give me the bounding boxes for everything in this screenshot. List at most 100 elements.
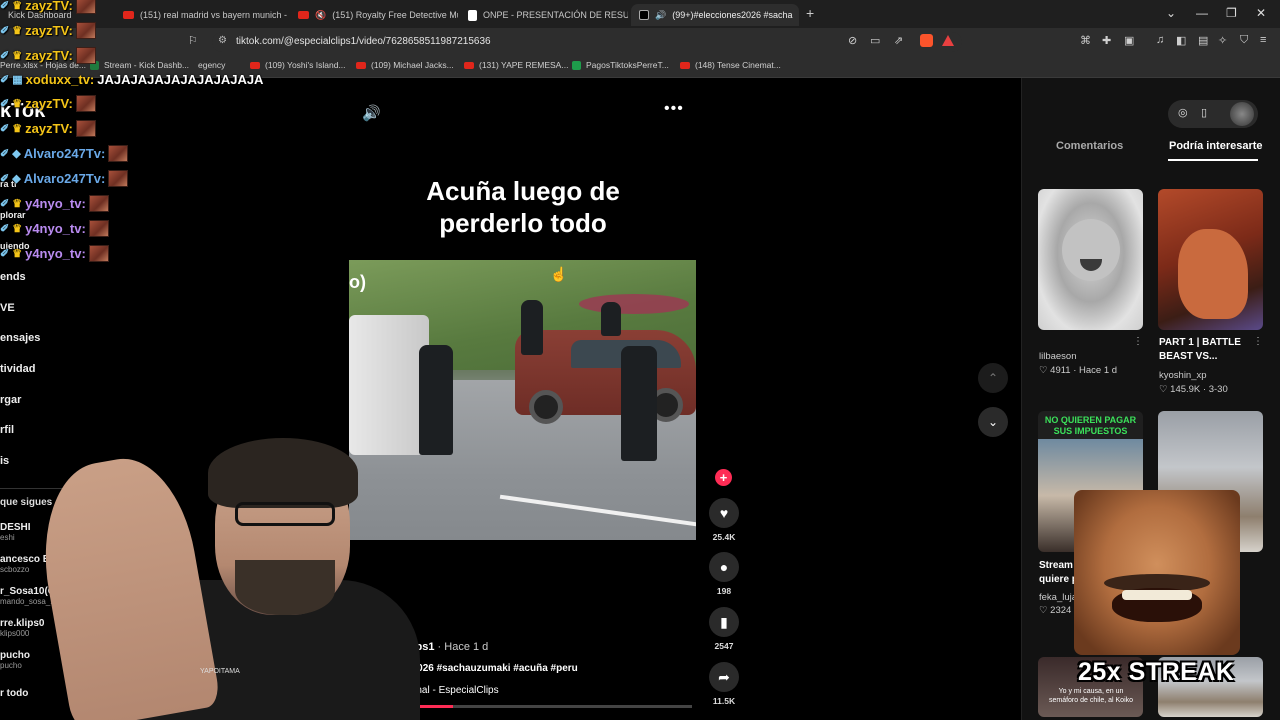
bookmark-label: PagosTiktoksPerreT...: [586, 60, 669, 70]
heart-icon: ♥: [709, 498, 739, 528]
follow-plus-icon[interactable]: +: [715, 469, 732, 486]
video-progress-bar[interactable]: [386, 705, 692, 708]
account-handle: klips000: [0, 629, 30, 638]
more-options-icon[interactable]: ⋮: [1133, 336, 1143, 347]
screen: Kick Dashboard (151) real madrid vs baye…: [0, 0, 1280, 720]
following-account[interactable]: pucho pucho: [0, 650, 30, 670]
minimize-icon[interactable]: —: [1196, 6, 1208, 20]
nav-profile[interactable]: rfil: [0, 424, 14, 436]
caption-line: quiere p: [1039, 574, 1078, 585]
avatar[interactable]: [1230, 102, 1254, 126]
comment-button[interactable]: ● 198: [703, 552, 745, 596]
bookmark-item[interactable]: (131) YAPE REMESA...: [464, 60, 568, 70]
account-name: rre.klips0: [0, 618, 45, 629]
crown-badge-icon: ♛: [12, 123, 23, 135]
nav-friends[interactable]: ends: [0, 271, 26, 283]
share-button[interactable]: ➦ 11.5K: [703, 662, 745, 706]
sidebar-icon[interactable]: ▣: [1124, 34, 1134, 47]
maximize-icon[interactable]: ❐: [1226, 6, 1237, 20]
bookmark-item[interactable]: PagosTiktoksPerreT...: [572, 60, 669, 70]
cast-icon[interactable]: ▭: [870, 34, 880, 47]
moderator-badge-icon: ✐: [0, 0, 10, 12]
extension-icon[interactable]: ⌘: [1080, 34, 1091, 47]
see-all-link[interactable]: r todo: [0, 688, 28, 699]
nav-upload[interactable]: rgar: [0, 394, 21, 406]
chat-message: ✐ ♛ zayzTV:: [0, 95, 96, 112]
puzzle-icon[interactable]: ✚: [1102, 34, 1111, 47]
reader-icon[interactable]: ⊘: [848, 34, 857, 47]
moderator-badge-icon: ✐: [0, 50, 10, 62]
share-count: 11.5K: [712, 696, 736, 706]
previous-video-button[interactable]: ⌃: [978, 363, 1008, 393]
recommended-thumbnail[interactable]: [1038, 189, 1143, 330]
stream-chat-overlay: ✐ ♛ zayzTV: ✐ ♛ zayzTV: ✐ ♛ zayzTV: ✐ ▦ …: [0, 0, 320, 270]
recommended-caption: Stream quiere p: [1039, 559, 1078, 587]
chat-message: ✐ ♛ y4nyo_tv:: [0, 220, 109, 237]
compass-icon[interactable]: ◎: [1178, 106, 1188, 119]
recommended-thumbnail[interactable]: [1158, 189, 1263, 330]
close-window-icon[interactable]: ✕: [1256, 6, 1266, 20]
chat-username: zayzTV:: [25, 121, 73, 136]
panel-icon[interactable]: ◧: [1176, 34, 1186, 47]
tab-search-icon[interactable]: ⌄: [1166, 6, 1176, 20]
gem-badge-icon: ◆: [12, 173, 21, 185]
nav-live[interactable]: VE: [0, 302, 15, 314]
recommended-stats: ♡ 2324: [1039, 605, 1072, 616]
recommended-user[interactable]: kyoshin_xp: [1159, 370, 1207, 381]
chat-username: zayzTV:: [25, 96, 73, 111]
following-account[interactable]: rre.klips0 klips000: [0, 618, 44, 638]
youtube-icon: [464, 61, 474, 69]
tab-onpe[interactable]: ONPE - PRESENTACIÓN DE RESULTA: [460, 4, 628, 26]
volume-icon[interactable]: 🔊: [362, 104, 381, 122]
share-icon[interactable]: ⇗: [894, 34, 903, 47]
wallet-icon[interactable]: ▤: [1198, 34, 1208, 47]
bookmark-item[interactable]: (148) Tense Cinemat...: [680, 60, 781, 70]
streak-counter: 25x STREAK: [1078, 658, 1235, 686]
caption-line: PART 1 | BATTLE: [1159, 337, 1241, 348]
chat-message: ✐ ♛ zayzTV:: [0, 47, 96, 64]
caption-line: perderlo todo: [439, 208, 607, 238]
moderator-badge-icon: ✐: [0, 223, 10, 235]
new-tab-icon[interactable]: +: [806, 5, 814, 21]
video-player[interactable]: o): [349, 260, 696, 540]
nav-messages[interactable]: ensajes: [0, 332, 40, 344]
next-video-button[interactable]: ⌄: [978, 407, 1008, 437]
thumbnail-banner: NO QUIEREN PAGAR SUS IMPUESTOS: [1038, 415, 1143, 437]
caption-line: Stream: [1039, 560, 1073, 571]
chevron-down-icon: ⌄: [987, 415, 999, 429]
save-button[interactable]: ▮ 2547: [703, 607, 745, 651]
recommended-user[interactable]: feka_luja: [1039, 592, 1077, 603]
webcam-glasses: [235, 502, 335, 526]
more-options-icon[interactable]: ⋮: [1253, 336, 1263, 347]
brave-shield-icon[interactable]: [920, 34, 933, 47]
emote-teeth: [1122, 590, 1192, 600]
bookmark-label: (109) Michael Jacks...: [371, 60, 454, 70]
like-count: 25.4K: [712, 532, 736, 542]
tab-recommended[interactable]: Podría interesarte: [1169, 140, 1263, 152]
tab-tiktok[interactable]: 🔊 (99+)#elecciones2026 #sacha ✕: [631, 4, 799, 26]
video-wheel: [529, 390, 563, 424]
chat-username: Alvaro247Tv:: [23, 171, 106, 186]
chat-message: ✐ ♛ y4nyo_tv:: [0, 195, 109, 212]
following-account[interactable]: DESHI eshi: [0, 522, 31, 542]
emote-image: [75, 0, 96, 14]
ai-icon[interactable]: ✧: [1218, 34, 1227, 47]
menu-icon[interactable]: ≡: [1260, 34, 1266, 46]
crown-badge-icon: ♛: [12, 0, 23, 12]
rewards-icon[interactable]: [942, 35, 954, 46]
active-tab-indicator: [1168, 159, 1258, 161]
phone-icon[interactable]: ▯: [1201, 106, 1207, 119]
recommended-user[interactable]: lilbaeson: [1039, 351, 1077, 362]
chat-username: y4nyo_tv:: [25, 221, 86, 236]
vpn-icon[interactable]: ⛉: [1240, 34, 1248, 47]
like-button[interactable]: ♥ 25.4K: [703, 498, 745, 542]
music-icon[interactable]: ♫: [1156, 34, 1164, 46]
crown-badge-icon: ♛: [12, 98, 23, 110]
tab-comments[interactable]: Comentarios: [1056, 140, 1123, 152]
nav-activity[interactable]: tividad: [0, 363, 35, 375]
nav-more[interactable]: is: [0, 455, 9, 467]
recommended-caption: PART 1 | BATTLE BEAST VS...: [1159, 336, 1241, 364]
bookmark-item[interactable]: (109) Michael Jacks...: [356, 60, 454, 70]
more-options-icon[interactable]: •••: [664, 100, 684, 118]
mouse-cursor-icon: ☝: [550, 266, 568, 282]
